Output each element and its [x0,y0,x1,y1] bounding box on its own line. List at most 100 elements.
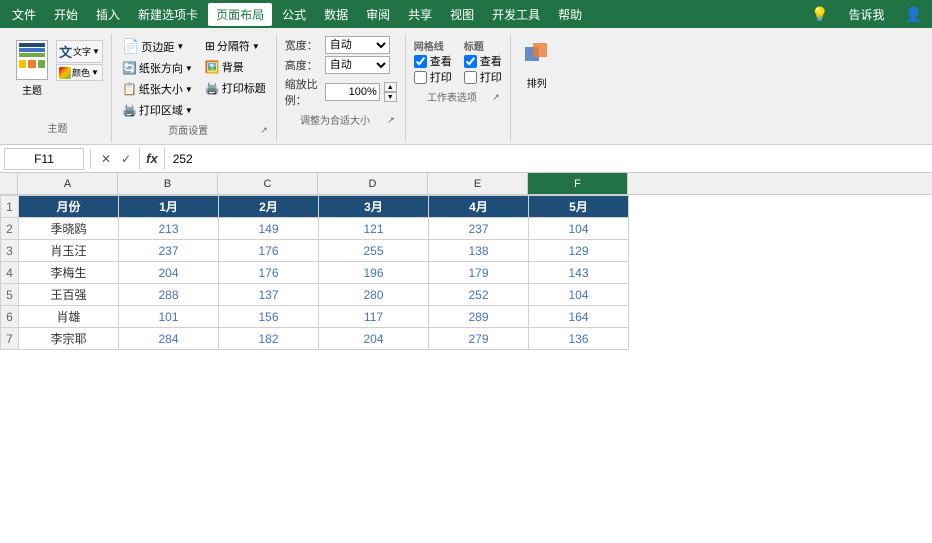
row-num-2: 2 [1,218,19,240]
cell-f5[interactable]: 104 [529,284,629,306]
cell-c5[interactable]: 137 [219,284,319,306]
cell-e2[interactable]: 237 [429,218,529,240]
scale-up-btn[interactable]: ▲ [384,82,397,92]
print-area-button[interactable]: 🖨️ 打印区域 ▼ [118,100,197,120]
tell-me[interactable]: 告诉我 [841,3,893,26]
print-title-button[interactable]: 🖨️ 打印标题 [201,78,270,98]
cell-b4[interactable]: 204 [119,262,219,284]
cell-a2[interactable]: 季晓鸥 [19,218,119,240]
cell-a3[interactable]: 肖玉汪 [19,240,119,262]
text-theme-button[interactable]: 文 文字 ▼ [56,40,103,63]
scale-down-btn[interactable]: ▼ [384,92,397,102]
height-select[interactable]: 自动 [325,56,390,74]
cell-a7[interactable]: 李宗耶 [19,328,119,350]
cell-b6[interactable]: 101 [119,306,219,328]
fx-label: fx [139,148,165,170]
cancel-formula-btn[interactable]: ✕ [97,151,115,167]
col-header-c[interactable]: C [218,173,318,194]
menu-review[interactable]: 审阅 [358,3,398,26]
cell-f7[interactable]: 136 [529,328,629,350]
cell-c2[interactable]: 149 [219,218,319,240]
gridlines-view-checkbox[interactable] [414,55,427,68]
cell-b2[interactable]: 213 [119,218,219,240]
margin-label: 页边距 [141,39,174,55]
menu-share[interactable]: 共享 [400,3,440,26]
scale-input[interactable] [325,83,380,101]
name-box[interactable] [4,148,84,170]
cell-e7[interactable]: 279 [429,328,529,350]
cell-f3[interactable]: 129 [529,240,629,262]
cell-d5[interactable]: 280 [319,284,429,306]
arrange-button[interactable]: 排列 [517,36,557,93]
menu-formula[interactable]: 公式 [274,3,314,26]
width-select[interactable]: 自动 [325,36,390,54]
menu-help[interactable]: 帮助 [550,3,590,26]
col-header-e[interactable]: E [428,173,528,194]
col-header-d[interactable]: D [318,173,428,194]
cell-b7[interactable]: 284 [119,328,219,350]
cell-b5[interactable]: 288 [119,284,219,306]
cell-f4[interactable]: 143 [529,262,629,284]
background-label: 背景 [222,59,244,75]
menu-devtools[interactable]: 开发工具 [484,3,548,26]
sheetoptions-expand-btn[interactable]: ↗ [490,92,502,103]
headings-view-checkbox[interactable] [464,55,477,68]
cell-e6[interactable]: 289 [429,306,529,328]
header-cell-mar[interactable]: 3月 [319,196,429,218]
cell-d4[interactable]: 196 [319,262,429,284]
row-num-1: 1 [1,196,19,218]
scale-expand-btn[interactable]: ↗ [385,115,397,126]
page-margin-button[interactable]: 📄 页边距 ▼ [118,36,197,57]
header-cell-apr[interactable]: 4月 [429,196,529,218]
lightbulb-icon[interactable]: 💡 [805,4,834,25]
col-header-f[interactable]: F [528,173,628,194]
cell-d2[interactable]: 121 [319,218,429,240]
headings-print-checkbox[interactable] [464,71,477,84]
theme-button[interactable]: 主题 [12,38,52,99]
color-theme-button[interactable]: 颜色 ▼ [56,64,103,81]
col-header-a[interactable]: A [18,173,118,194]
header-cell-jan[interactable]: 1月 [119,196,219,218]
papersize-button[interactable]: 📋 纸张大小 ▼ [118,79,197,99]
menubar: 文件 开始 插入 新建选项卡 页面布局 公式 数据 审阅 共享 视图 开发工具 … [0,0,932,28]
formula-input[interactable] [169,152,928,166]
menu-data[interactable]: 数据 [316,3,356,26]
col-headers: A B C D E F [0,173,932,195]
cell-d7[interactable]: 204 [319,328,429,350]
corner-cell [0,173,18,194]
menu-insert[interactable]: 插入 [88,3,128,26]
cell-c6[interactable]: 156 [219,306,319,328]
separator-button[interactable]: ⊞ 分隔符 ▼ [201,36,270,56]
menu-view[interactable]: 视图 [442,3,482,26]
menu-pagelayout[interactable]: 页面布局 [208,3,272,26]
confirm-formula-btn[interactable]: ✓ [117,151,135,167]
col-header-b[interactable]: B [118,173,218,194]
cell-c4[interactable]: 176 [219,262,319,284]
menu-home[interactable]: 开始 [46,3,86,26]
background-button[interactable]: 🖼️ 背景 [201,57,270,77]
user-icon[interactable]: 👤 [899,4,928,25]
cell-e5[interactable]: 252 [429,284,529,306]
cell-a4[interactable]: 李梅生 [19,262,119,284]
cell-a6[interactable]: 肖雄 [19,306,119,328]
pagesetup-expand-btn[interactable]: ↗ [258,125,270,136]
header-cell-may[interactable]: 5月 [529,196,629,218]
cell-e3[interactable]: 138 [429,240,529,262]
chevron-down-icon: ▼ [92,47,100,56]
orientation-button[interactable]: 🔄 纸张方向 ▼ [118,58,197,78]
cell-c3[interactable]: 176 [219,240,319,262]
cell-a5[interactable]: 王百强 [19,284,119,306]
menu-file[interactable]: 文件 [4,3,44,26]
cell-f6[interactable]: 164 [529,306,629,328]
gridlines-print-checkbox[interactable] [414,71,427,84]
menu-newtab[interactable]: 新建选项卡 [130,3,206,26]
table-row: 1 月份 1月 2月 3月 4月 5月 [1,196,629,218]
cell-e4[interactable]: 179 [429,262,529,284]
cell-b3[interactable]: 237 [119,240,219,262]
cell-f2[interactable]: 104 [529,218,629,240]
header-cell-month[interactable]: 月份 [19,196,119,218]
cell-c7[interactable]: 182 [219,328,319,350]
cell-d6[interactable]: 117 [319,306,429,328]
header-cell-feb[interactable]: 2月 [219,196,319,218]
cell-d3[interactable]: 255 [319,240,429,262]
